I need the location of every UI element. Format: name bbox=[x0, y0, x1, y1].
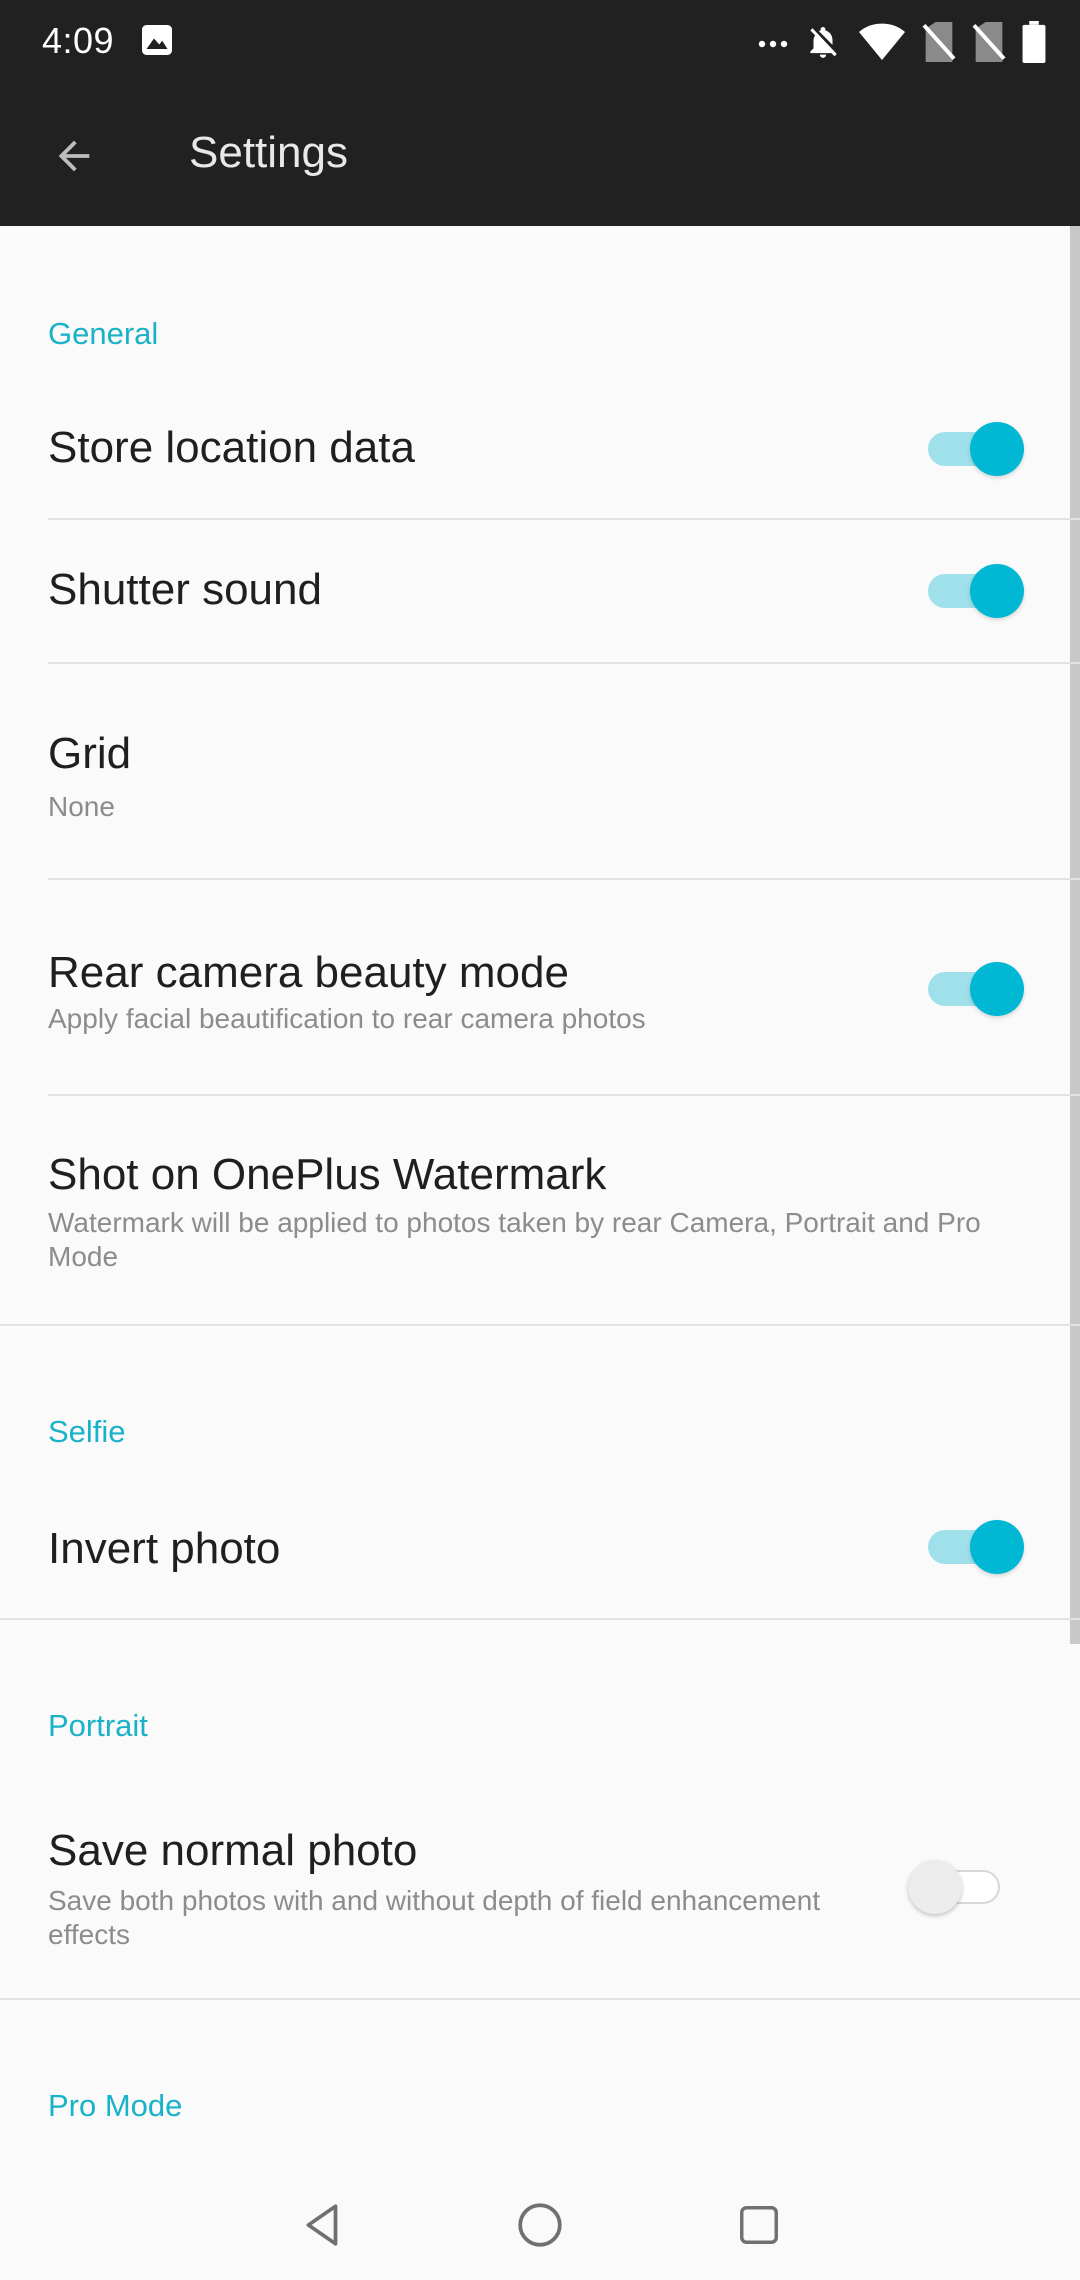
settings-screen: 4:09 Settings General Store location dat… bbox=[0, 0, 1080, 2280]
setting-shutter-sound[interactable]: Shutter sound bbox=[0, 520, 1080, 662]
navigation-bar bbox=[0, 2160, 1080, 2280]
setting-title: Grid bbox=[48, 729, 132, 778]
setting-subtitle: Watermark will be applied to photos take… bbox=[48, 1207, 981, 1272]
app-bar: Settings bbox=[0, 84, 1080, 226]
nav-recents-icon bbox=[740, 2206, 778, 2244]
setting-title: Shot on OnePlus Watermark bbox=[48, 1150, 607, 1199]
back-button[interactable] bbox=[36, 118, 112, 194]
invert-photo-toggle[interactable] bbox=[922, 1516, 1026, 1576]
section-divider bbox=[0, 1998, 1080, 2000]
toggle-thumb bbox=[970, 962, 1024, 1016]
save-normal-photo-toggle[interactable] bbox=[908, 1856, 1012, 1916]
page-title: Settings bbox=[189, 128, 348, 177]
status-time: 4:09 bbox=[42, 20, 115, 61]
nav-home-icon bbox=[518, 2203, 562, 2247]
shutter-sound-toggle[interactable] bbox=[922, 560, 1026, 620]
setting-store-location[interactable]: Store location data bbox=[0, 378, 1080, 518]
section-header-portrait: Portrait bbox=[48, 1708, 148, 1743]
setting-grid[interactable]: Grid None bbox=[0, 664, 1080, 878]
setting-title: Rear camera beauty mode bbox=[48, 948, 569, 997]
setting-value: None bbox=[48, 791, 115, 822]
status-icons bbox=[742, 18, 1046, 66]
section-divider bbox=[0, 1618, 1080, 1620]
no-sim-icon bbox=[972, 22, 1006, 62]
wifi-icon bbox=[859, 23, 905, 61]
battery-icon bbox=[1022, 21, 1046, 63]
nav-home-button[interactable] bbox=[495, 2180, 585, 2270]
setting-title: Save normal photo bbox=[48, 1826, 418, 1875]
setting-watermark[interactable]: Shot on OnePlus Watermark Watermark will… bbox=[0, 1096, 1080, 1324]
section-header-general: General bbox=[48, 316, 159, 351]
store-location-toggle[interactable] bbox=[922, 418, 1026, 478]
notifications-off-icon bbox=[810, 26, 837, 58]
setting-subtitle: Save both photos with and without depth … bbox=[48, 1885, 821, 1950]
setting-subtitle: Apply facial beautification to rear came… bbox=[48, 1003, 646, 1034]
arrow-back-icon bbox=[58, 140, 90, 172]
toggle-thumb bbox=[970, 564, 1024, 618]
more-icon bbox=[758, 40, 788, 48]
section-divider bbox=[0, 1324, 1080, 1326]
setting-title: Invert photo bbox=[48, 1524, 281, 1573]
section-header-selfie: Selfie bbox=[48, 1414, 126, 1449]
setting-save-normal-photo[interactable]: Save normal photo Save both photos with … bbox=[0, 1774, 1080, 1998]
setting-title: Store location data bbox=[48, 423, 415, 472]
nav-back-icon bbox=[306, 2204, 338, 2246]
rear-beauty-toggle[interactable] bbox=[922, 958, 1026, 1018]
section-header-pro-mode: Pro Mode bbox=[48, 2088, 183, 2123]
status-bar: 4:09 bbox=[0, 0, 1080, 84]
image-icon bbox=[142, 25, 172, 55]
no-sim-icon bbox=[922, 22, 956, 62]
nav-back-button[interactable] bbox=[278, 2180, 368, 2270]
toggle-thumb bbox=[970, 422, 1024, 476]
toggle-thumb bbox=[908, 1860, 962, 1914]
setting-invert-photo[interactable]: Invert photo bbox=[0, 1476, 1080, 1618]
setting-rear-beauty[interactable]: Rear camera beauty mode Apply facial bea… bbox=[0, 880, 1080, 1094]
setting-title: Shutter sound bbox=[48, 565, 322, 614]
nav-recents-button[interactable] bbox=[714, 2180, 804, 2270]
toggle-thumb bbox=[970, 1520, 1024, 1574]
